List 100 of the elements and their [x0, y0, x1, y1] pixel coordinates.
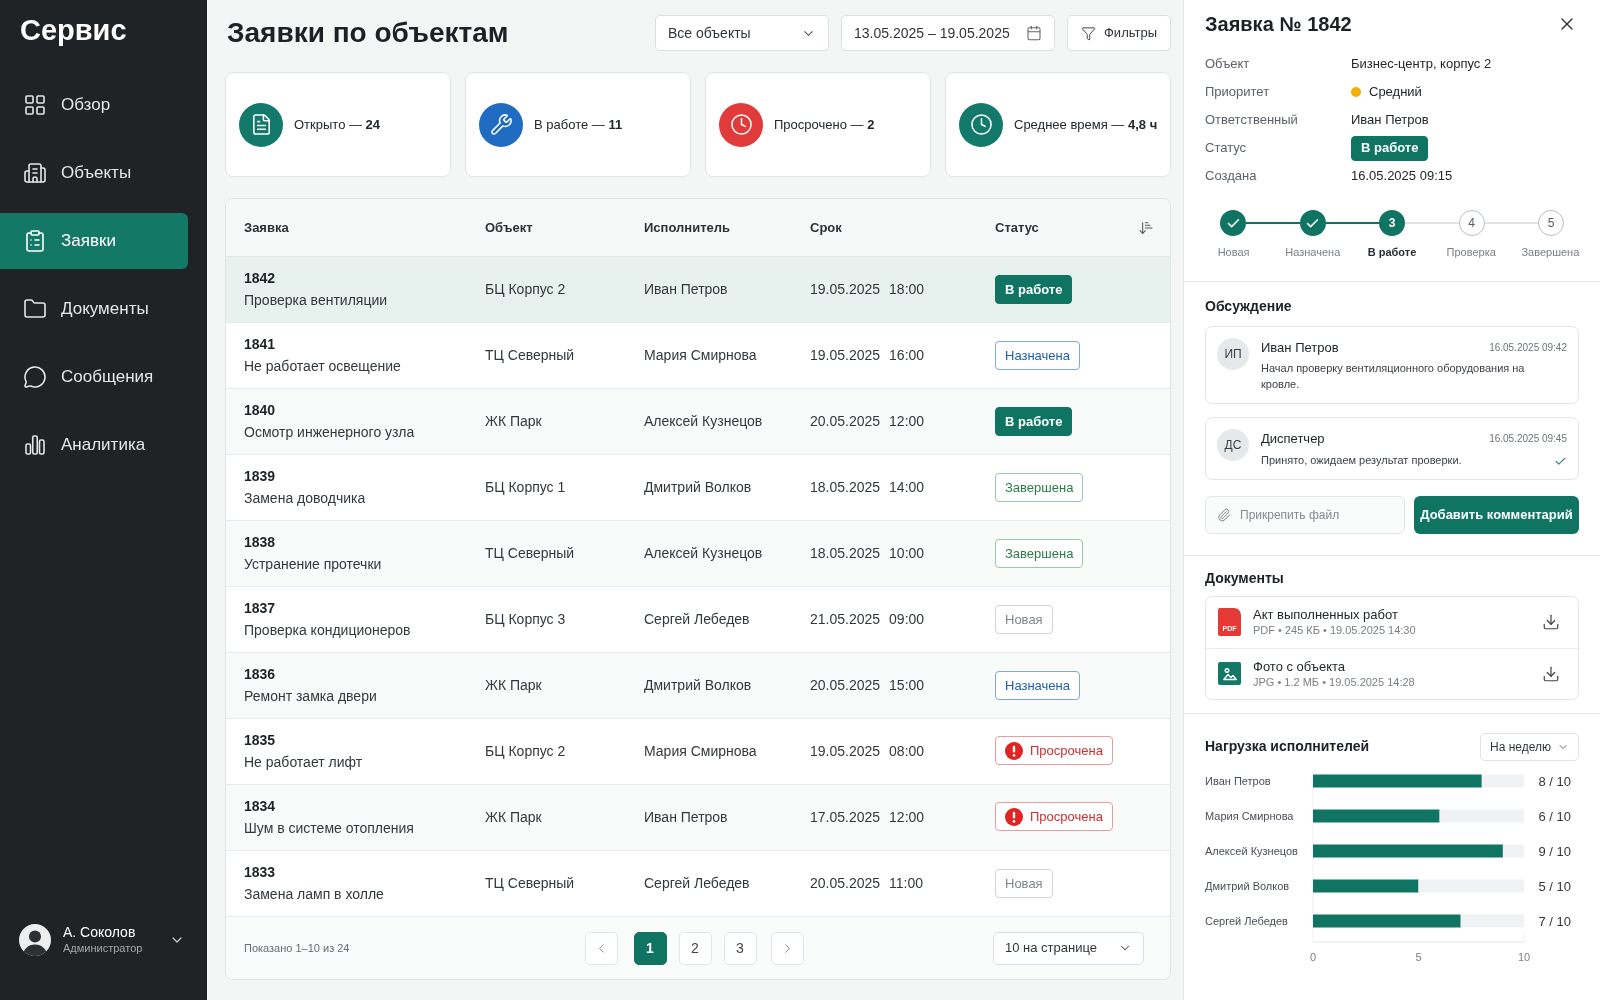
- filters-button[interactable]: Фильтры: [1067, 15, 1171, 51]
- document-name: Акт выполненных работ: [1253, 606, 1399, 623]
- nav-item[interactable]: Аналитика: [0, 417, 188, 473]
- assignee-name: Иван Петров: [644, 808, 729, 827]
- step-number: 3: [1379, 210, 1405, 236]
- column-header: Объект: [485, 218, 534, 237]
- folder-icon: [23, 297, 47, 321]
- due-time: 09:00: [889, 610, 925, 629]
- building-icon: [23, 161, 47, 185]
- detail-label: Статус: [1205, 139, 1248, 158]
- status-badge: Назначена: [995, 671, 1080, 700]
- pagination-summary: Показано 1–10 из 24: [244, 940, 350, 956]
- step-connector: [1246, 222, 1300, 224]
- document-name: Фото с объекта: [1253, 657, 1347, 675]
- step-label: Завершена: [1520, 245, 1581, 260]
- due-time: 12:00: [889, 808, 925, 827]
- ticket-number: 1835: [244, 732, 277, 749]
- due-time: 16:00: [889, 346, 925, 365]
- value-label: 9 / 10: [1538, 843, 1571, 859]
- detail-label: Ответственный: [1205, 111, 1299, 130]
- object-name: ТЦ Северный: [485, 874, 576, 893]
- user-avatar-icon: [19, 923, 51, 956]
- detail-value: Средний: [1369, 83, 1422, 102]
- status-badge: В работе: [995, 407, 1073, 436]
- assignee-name: Дмитрий Волков: [644, 478, 753, 497]
- detail-label: Приоритет: [1205, 83, 1271, 102]
- date-range-field[interactable]: 13.05.2025 – 19.05.2025: [841, 15, 1055, 51]
- document-meta: PDF • 245 КБ • 19.05.2025 14:30: [1253, 623, 1417, 638]
- ticket-number: 1841: [244, 336, 277, 353]
- detail-label: Создана: [1205, 167, 1258, 186]
- ticket-number: 1839: [244, 468, 277, 485]
- assignee-name: Мария Смирнова: [644, 742, 758, 761]
- section-title: Документы: [1205, 568, 1285, 588]
- paperclip-icon: [1217, 507, 1231, 522]
- download-icon: [1542, 664, 1560, 683]
- ticket-title: Не работает освещение: [244, 358, 402, 375]
- object-name: ТЦ Северный: [485, 346, 576, 365]
- status-badge: Новая: [995, 869, 1053, 898]
- page-button[interactable]: 1: [633, 931, 667, 965]
- page-size-select[interactable]: 10 на странице: [993, 931, 1144, 965]
- download-icon: [1542, 613, 1560, 631]
- comment-text: Начал проверку вентиляционного оборудования на кровле.: [1261, 361, 1526, 392]
- section-title: Обсуждение: [1205, 296, 1293, 316]
- nav-item[interactable]: Обзор: [0, 77, 188, 133]
- assignee-name: Мария Смирнова: [644, 346, 758, 365]
- attach-file-field[interactable]: Прикрепить файл: [1205, 495, 1405, 534]
- period-select[interactable]: На неделю: [1480, 732, 1579, 761]
- table-row[interactable]: 1838 Устранение протечки ТЦ Северный Алексей Кузнецов 18.05.2025 10:00 Завершена: [226, 521, 1170, 587]
- ticket-number: 1834: [244, 798, 277, 815]
- calendar-icon: [1026, 25, 1042, 41]
- due-date: 21.05.2025: [810, 610, 881, 629]
- nav-item[interactable]: Объекты: [0, 145, 188, 201]
- table-row[interactable]: 1842 Проверка вентиляции БЦ Корпус 2 Иван Петров 19.05.2025 18:00 В работе: [226, 257, 1170, 323]
- table-row[interactable]: 1836 Ремонт замка двери ЖК Парк Дмитрий Волков 20.05.2025 15:00 Назначена: [226, 653, 1170, 719]
- ticket-title: Не работает лифт: [244, 754, 364, 771]
- comment-author: Иван Петров: [1261, 338, 1339, 357]
- due-date: 17.05.2025: [810, 808, 881, 827]
- user-name: А. Соколов: [63, 923, 137, 941]
- column-header: Заявка: [244, 218, 290, 237]
- ticket-title: Осмотр инженерного узла: [244, 424, 416, 441]
- page-button[interactable]: 3: [723, 931, 757, 965]
- tick-label: 5: [1415, 950, 1422, 963]
- object-name: ЖК Парк: [485, 412, 543, 431]
- category-label: Алексей Кузнецов: [1205, 844, 1298, 857]
- assignee-name: Сергей Лебедев: [644, 610, 751, 629]
- ticket-title: Шум в системе отопления: [244, 820, 415, 837]
- add-comment-button[interactable]: Добавить комментарий: [1414, 495, 1579, 534]
- object-name: БЦ Корпус 2: [485, 742, 567, 761]
- status-badge: Завершена: [995, 473, 1084, 502]
- due-time: 12:00: [889, 412, 925, 431]
- due-time: 08:00: [889, 742, 925, 761]
- table-row[interactable]: 1834 Шум в системе отопления ЖК Парк Иван Петров 17.05.2025 12:00 Просрочена: [226, 785, 1170, 851]
- nav-item[interactable]: Сообщения: [0, 349, 188, 405]
- ticket-title: Устранение протечки: [244, 556, 383, 573]
- category-label: Мария Смирнова: [1205, 809, 1294, 822]
- ticket-number: 1837: [244, 600, 277, 617]
- ticket-title: Проверка кондиционеров: [244, 622, 412, 639]
- page-title: Заявки по объектам: [227, 16, 509, 50]
- status-badge: Завершена: [995, 539, 1084, 568]
- table-row[interactable]: 1840 Осмотр инженерного узла ЖК Парк Алексей Кузнецов 20.05.2025 12:00 В работе: [226, 389, 1170, 455]
- author-initials: ДС: [1217, 429, 1249, 461]
- category-label: Сергей Лебедев: [1205, 914, 1288, 927]
- nav-item[interactable]: Документы: [0, 281, 188, 337]
- comment-time: 16.05.2025 09:42: [1489, 340, 1567, 355]
- assignee-name: Дмитрий Волков: [644, 676, 753, 695]
- ticket-number: 1838: [244, 534, 277, 551]
- step-number: 5: [1538, 210, 1564, 236]
- status-badge: Новая: [995, 605, 1053, 634]
- ticket-number: 1842: [244, 270, 277, 287]
- nav-item[interactable]: Заявки: [0, 213, 188, 269]
- sort-icon[interactable]: [1138, 219, 1154, 236]
- comment-time: 16.05.2025 09:45: [1489, 432, 1567, 447]
- value-label: 6 / 10: [1538, 808, 1571, 824]
- page-button[interactable]: 2: [678, 931, 712, 965]
- due-date: 20.05.2025: [810, 676, 881, 695]
- status-text: Просрочена: [1030, 808, 1103, 826]
- object-select[interactable]: Все объекты: [655, 15, 829, 51]
- object-name: БЦ Корпус 2: [485, 280, 567, 299]
- stat-text: Среднее время — 4,8 ч: [1014, 115, 1158, 134]
- due-time: 11:00: [889, 874, 924, 893]
